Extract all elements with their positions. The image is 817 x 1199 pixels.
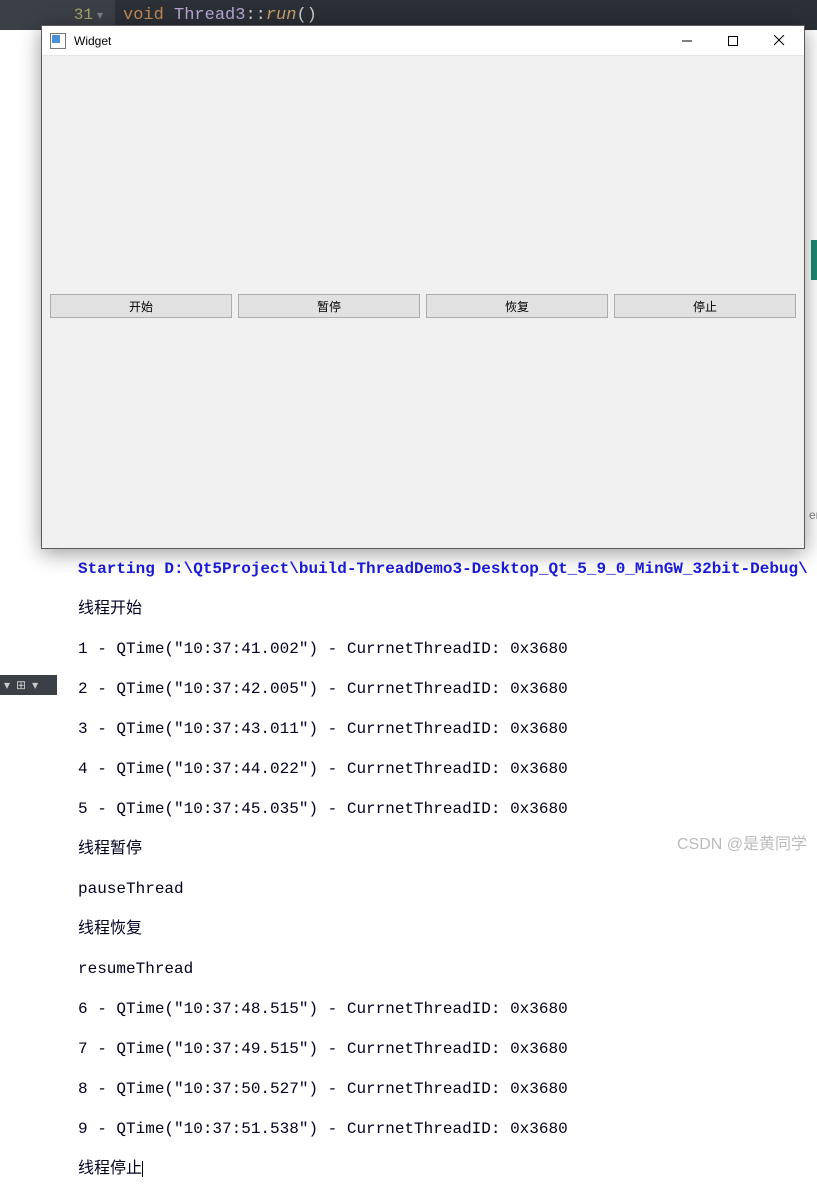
output-text: 线程停止	[78, 1160, 142, 1178]
output-line: 线程开始	[78, 599, 817, 619]
start-button[interactable]: 开始	[50, 294, 232, 318]
text-cursor	[142, 1161, 143, 1177]
output-line: 线程停止	[78, 1159, 817, 1179]
maximize-button[interactable]	[710, 26, 756, 56]
code-class: Thread3	[174, 6, 245, 25]
output-line: 1 - QTime("10:37:41.002") - CurrnetThrea…	[78, 639, 817, 659]
close-icon	[774, 35, 785, 46]
output-line: 5 - QTime("10:37:45.035") - CurrnetThrea…	[78, 799, 817, 819]
output-line: 3 - QTime("10:37:43.011") - CurrnetThrea…	[78, 719, 817, 739]
window-titlebar[interactable]: Widget	[42, 26, 804, 56]
minimize-button[interactable]	[664, 26, 710, 56]
code-function: run	[266, 6, 297, 25]
output-line: 4 - QTime("10:37:44.022") - CurrnetThrea…	[78, 759, 817, 779]
minimize-icon	[682, 36, 692, 46]
dropdown-arrow-icon[interactable]: ▾	[4, 678, 10, 692]
stop-button[interactable]: 停止	[614, 294, 796, 318]
button-row: 开始 暂停 恢复 停止	[50, 294, 796, 318]
output-line: 2 - QTime("10:37:42.005") - CurrnetThrea…	[78, 679, 817, 699]
maximize-icon	[728, 36, 738, 46]
application-output[interactable]: Starting D:\Qt5Project\build-ThreadDemo3…	[78, 539, 817, 1199]
resume-button[interactable]: 恢复	[426, 294, 608, 318]
line-number: 31	[74, 6, 93, 24]
ide-edge-marker	[811, 240, 817, 280]
window-app-icon	[50, 33, 66, 49]
pause-button[interactable]: 暂停	[238, 294, 420, 318]
output-line: 线程恢复	[78, 919, 817, 939]
fold-arrow-icon[interactable]: ▾	[97, 9, 103, 23]
window-title: Widget	[74, 34, 664, 48]
layout-icon[interactable]: ⊞	[16, 678, 26, 692]
ide-edge-text: em	[809, 507, 817, 524]
widget-window: Widget 开始 暂停 恢复 停止	[41, 25, 805, 549]
code-keyword: void	[123, 6, 164, 25]
starting-line: Starting D:\Qt5Project\build-ThreadDemo3…	[78, 559, 808, 579]
dropdown-arrow-icon[interactable]: ▾	[32, 678, 38, 692]
output-line: pauseThread	[78, 879, 817, 899]
output-line: 9 - QTime("10:37:51.538") - CurrnetThrea…	[78, 1119, 817, 1139]
output-line: resumeThread	[78, 959, 817, 979]
code-content[interactable]: void Thread3::run()	[115, 6, 317, 25]
watermark-text: CSDN @是黄同学	[677, 830, 807, 854]
code-parens: ()	[296, 6, 316, 25]
close-button[interactable]	[756, 26, 802, 56]
code-scope-op: ::	[245, 6, 265, 25]
output-line: 8 - QTime("10:37:50.527") - CurrnetThrea…	[78, 1079, 817, 1099]
output-line: 6 - QTime("10:37:48.515") - CurrnetThrea…	[78, 999, 817, 1019]
output-panel-controls: ▾ ⊞ ▾	[0, 675, 57, 695]
output-line: 7 - QTime("10:37:49.515") - CurrnetThrea…	[78, 1039, 817, 1059]
window-client-area: 开始 暂停 恢复 停止	[42, 56, 804, 548]
